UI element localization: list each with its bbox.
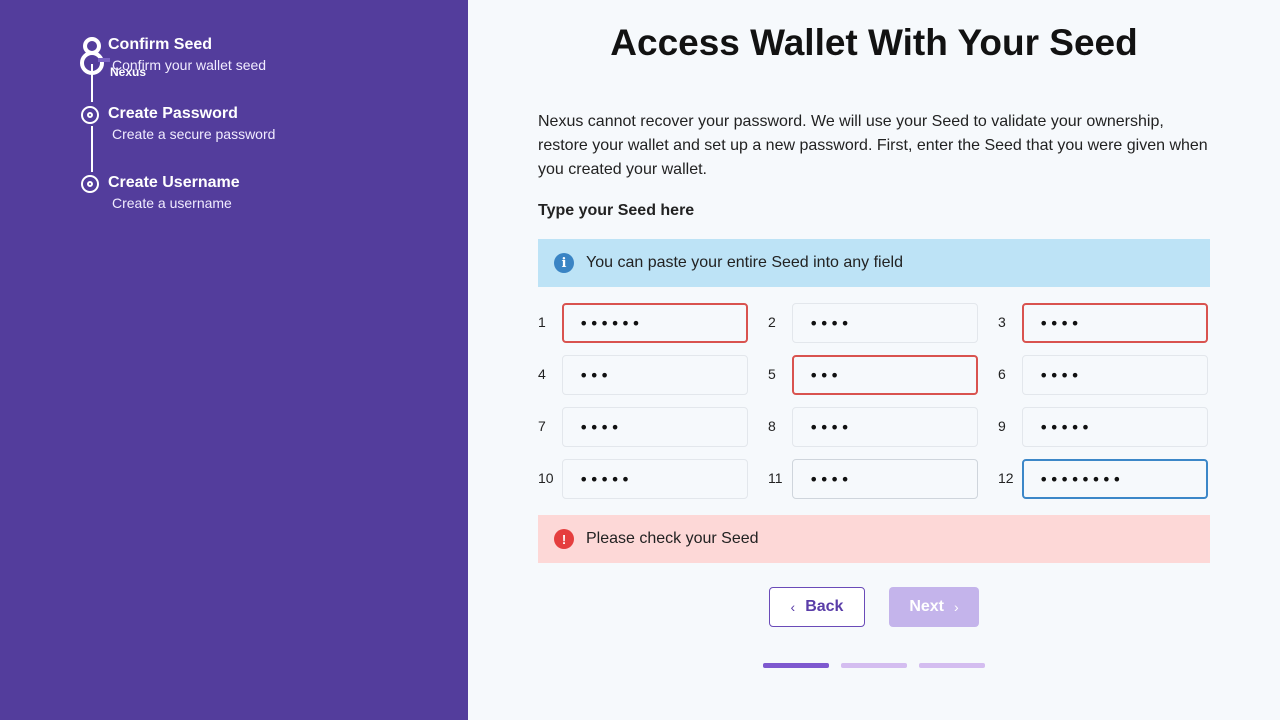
step-title: Confirm Seed: [108, 36, 213, 53]
error-banner-text: Please check your Seed: [586, 530, 759, 547]
seed-number: 1: [538, 314, 546, 330]
seed-word-input-12[interactable]: [1022, 459, 1208, 499]
error-icon: !: [554, 529, 574, 549]
seed-word-input-10[interactable]: [562, 459, 748, 499]
step-connector: [91, 64, 93, 102]
error-banner: ! Please check your Seed: [538, 515, 1210, 563]
seed-number: 5: [768, 366, 776, 382]
step-subtitle: Confirm your wallet seed: [112, 57, 267, 73]
seed-label: Type your Seed here: [538, 202, 695, 219]
seed-number: 7: [538, 418, 546, 434]
description: Nexus cannot recover your password. We w…: [538, 113, 1208, 178]
step-connector: [91, 126, 93, 172]
step-title: Create Username: [108, 174, 240, 191]
seed-number: 8: [768, 418, 776, 434]
info-icon: i: [554, 253, 574, 273]
step-subtitle: Create a secure password: [112, 126, 276, 142]
seed-number: 12: [998, 470, 1014, 486]
seed-number: 9: [998, 418, 1006, 434]
progress-step: [919, 663, 985, 668]
step-circle-icon: [81, 175, 99, 193]
next-button-label: Next: [909, 598, 944, 615]
seed-word-input-1[interactable]: [562, 303, 748, 343]
info-banner: i You can paste your entire Seed into an…: [538, 239, 1210, 287]
seed-word-input-3[interactable]: [1022, 303, 1208, 343]
progress-step: [763, 663, 829, 668]
seed-word-input-2[interactable]: [792, 303, 978, 343]
page-title: Access Wallet With Your Seed: [610, 22, 1138, 63]
seed-word-input-8[interactable]: [792, 407, 978, 447]
step-circle-icon: [81, 106, 99, 124]
chevron-left-icon: ‹: [790, 599, 796, 615]
progress-step: [841, 663, 907, 668]
seed-number: 4: [538, 366, 546, 382]
seed-word-input-7[interactable]: [562, 407, 748, 447]
seed-number: 10: [538, 470, 554, 486]
seed-number: 3: [998, 314, 1006, 330]
seed-word-input-4[interactable]: [562, 355, 748, 395]
step-title: Create Password: [108, 105, 238, 122]
seed-word-input-11[interactable]: [792, 459, 978, 499]
back-button[interactable]: ‹ Back: [769, 587, 865, 627]
back-button-label: Back: [805, 598, 844, 615]
seed-word-input-6[interactable]: [1022, 355, 1208, 395]
seed-number: 6: [998, 366, 1006, 382]
sidebar: Nexus Confirm Seed Confirm your wallet s…: [0, 0, 468, 720]
next-button[interactable]: Next ›: [889, 587, 979, 627]
seed-number: 2: [768, 314, 776, 330]
main-panel: Access Wallet With Your Seed Nexus canno…: [468, 0, 1280, 720]
step-subtitle: Create a username: [112, 195, 232, 211]
nexus-logo-icon: [80, 37, 110, 75]
seed-number: 11: [768, 470, 783, 486]
info-banner-text: You can paste your entire Seed into any …: [586, 254, 903, 271]
seed-word-input-9[interactable]: [1022, 407, 1208, 447]
seed-word-input-5[interactable]: [792, 355, 978, 395]
chevron-right-icon: ›: [954, 599, 959, 615]
